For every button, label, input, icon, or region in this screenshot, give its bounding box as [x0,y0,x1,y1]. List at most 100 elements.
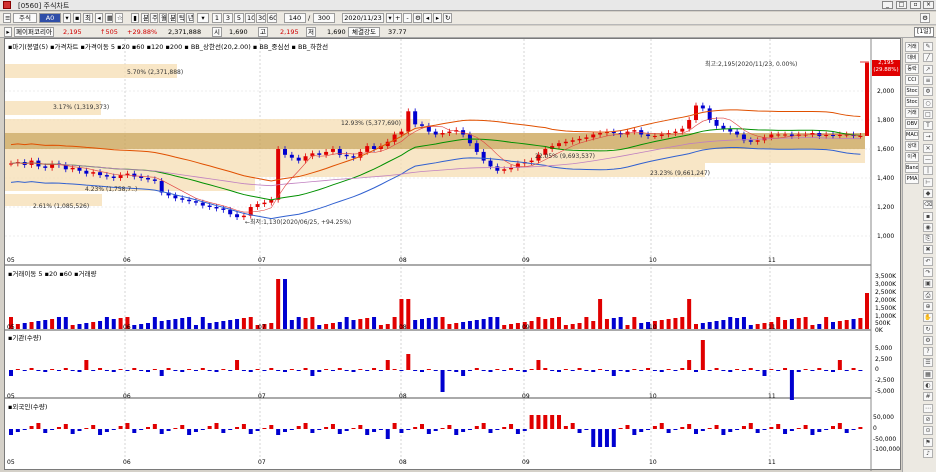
pen-icon[interactable]: ✎ [923,42,933,51]
pin-icon[interactable]: ⊙ [923,426,933,436]
indicator-2[interactable]: 등락 [905,64,919,74]
delete-icon[interactable]: ✖ [923,245,933,255]
period-button-4[interactable]: 틱 [177,13,185,23]
next-icon[interactable]: ▸ [433,13,442,23]
text-icon[interactable]: T [923,121,933,131]
period-button-0[interactable]: 분 [141,13,149,23]
hline-icon[interactable]: — [923,155,933,164]
minute-button-3[interactable]: 3 [223,13,233,23]
ruler-icon[interactable]: ⊢ [923,177,933,187]
zoom-in-icon[interactable]: + [393,13,402,23]
config-icon[interactable]: ⚙ [923,335,933,345]
period-button-5[interactable]: 년 [186,13,194,23]
institution-bar [9,370,13,376]
indicator-3[interactable]: CCI [905,75,919,85]
redo-icon[interactable]: ↷ [923,268,933,277]
tile-icon[interactable]: ▦ [923,369,933,379]
indicator-9[interactable]: 상대 [905,141,919,151]
period-indicator[interactable]: [1일] [914,27,934,37]
chart-area[interactable]: ▪마기(봉멸(5) ▪가격차트 ▪가격이동 5 ▪20 ▪60 ▪120 ▪20… [4,38,902,471]
volume-bar [707,322,712,329]
market-select[interactable]: 주식 [13,13,37,23]
period-select[interactable]: ▾ [197,13,209,23]
period-button-2[interactable]: 월 [159,13,167,23]
indicator-1[interactable]: 대비 [905,53,919,63]
undo-icon[interactable]: ↶ [923,256,933,266]
grid-icon[interactable]: # [923,392,933,402]
rect-icon[interactable]: □ [923,109,933,119]
recent-button[interactable]: 최 [83,13,93,23]
indicator-4[interactable]: Stoc [905,86,919,96]
chart-canvas[interactable] [5,39,902,471]
period-button-3[interactable]: 분 [168,13,176,23]
refresh-icon[interactable]: ↻ [923,324,933,334]
close-button[interactable]: × [923,1,934,9]
list-icon[interactable]: ☰ [923,358,933,368]
hand-icon[interactable]: ✋ [923,313,933,323]
lock-icon[interactable]: ▪ [73,13,81,23]
foreign-bar [406,429,411,430]
arrow-icon[interactable]: → [923,132,933,142]
indicator-12[interactable]: PMA [905,174,919,184]
maximize-button[interactable]: □ [896,1,907,9]
minute-button-10[interactable]: 10 [245,13,255,23]
period-button-1[interactable]: 주 [150,13,158,23]
cross-icon[interactable]: ✕ [923,143,933,153]
chart-icon[interactable]: ▮ [131,13,139,23]
flag-icon[interactable]: ⚑ [923,437,933,447]
fib-icon[interactable]: Φ [923,87,933,97]
bell-icon[interactable]: ♪ [923,448,933,458]
prev-icon[interactable]: ◂ [423,13,432,23]
zoom-icon[interactable]: ⊕ [923,301,933,311]
channel-icon[interactable]: ≡ [923,75,933,85]
count-input[interactable]: 140 [284,13,306,23]
vline-icon[interactable]: | [923,166,933,176]
star-icon[interactable]: ☆ [115,13,123,23]
save-icon[interactable]: ▣ [923,279,933,289]
line-icon[interactable]: ╱ [923,53,933,63]
eye-icon[interactable]: ◉ [923,222,933,232]
copy-icon[interactable]: ⎘ [923,234,933,244]
candle [783,134,788,136]
minute-button-5[interactable]: 5 [234,13,244,23]
indicator-7[interactable]: OBV [905,119,919,129]
eraser-icon[interactable]: ⌫ [923,200,933,210]
palette-icon[interactable]: ◐ [923,381,933,390]
restore-button[interactable]: ▫ [910,1,921,9]
minute-button-30[interactable]: 30 [256,13,266,23]
volume-bar [502,325,507,329]
refresh-icon[interactable]: ↻ [443,13,452,23]
foreign-bar [255,429,260,431]
indicator-8[interactable]: MACD [905,130,919,140]
grid-icon[interactable]: ▦ [105,13,113,23]
settings-icon[interactable]: ⚙ [920,13,930,23]
stock-code-input[interactable]: A0 [39,13,61,23]
candle [413,111,418,125]
indicator-11[interactable]: Band [905,163,919,173]
menu-icon[interactable]: ≡ [3,13,11,23]
print-icon[interactable]: ⎙ [923,290,933,300]
tool-icon[interactable]: ⚙ [413,13,422,23]
indicator-10[interactable]: 이격 [905,152,919,162]
indicator-0[interactable]: 거래 [905,42,919,52]
indicator-6[interactable]: 거래량 [905,108,919,118]
search-icon[interactable]: ▾ [63,13,71,23]
total-input[interactable]: 300 [313,13,335,23]
circle-icon[interactable]: ○ [923,98,933,108]
clip-icon[interactable]: ⊘ [923,414,933,424]
left-arrow-icon[interactable]: ◂ [95,13,103,23]
date-input[interactable]: 2020/11/23 [342,13,384,23]
indicator-5[interactable]: Stoc [905,97,919,107]
help-icon[interactable]: ? [923,347,933,357]
trend-icon[interactable]: ↗ [923,64,933,74]
zoom-out-icon[interactable]: - [403,13,412,23]
candle [776,134,781,136]
magnet-icon[interactable]: ◆ [923,188,933,198]
minimize-button[interactable]: _ [882,1,893,9]
minute-button-1[interactable]: 1 [212,13,222,23]
lock-icon[interactable]: ▪ [923,211,933,221]
info-icon[interactable]: ▸ [4,27,12,37]
more-icon[interactable]: ⋯ [923,403,933,413]
foreign-bar [433,429,438,431]
minute-button-60[interactable]: 60 [267,13,277,23]
